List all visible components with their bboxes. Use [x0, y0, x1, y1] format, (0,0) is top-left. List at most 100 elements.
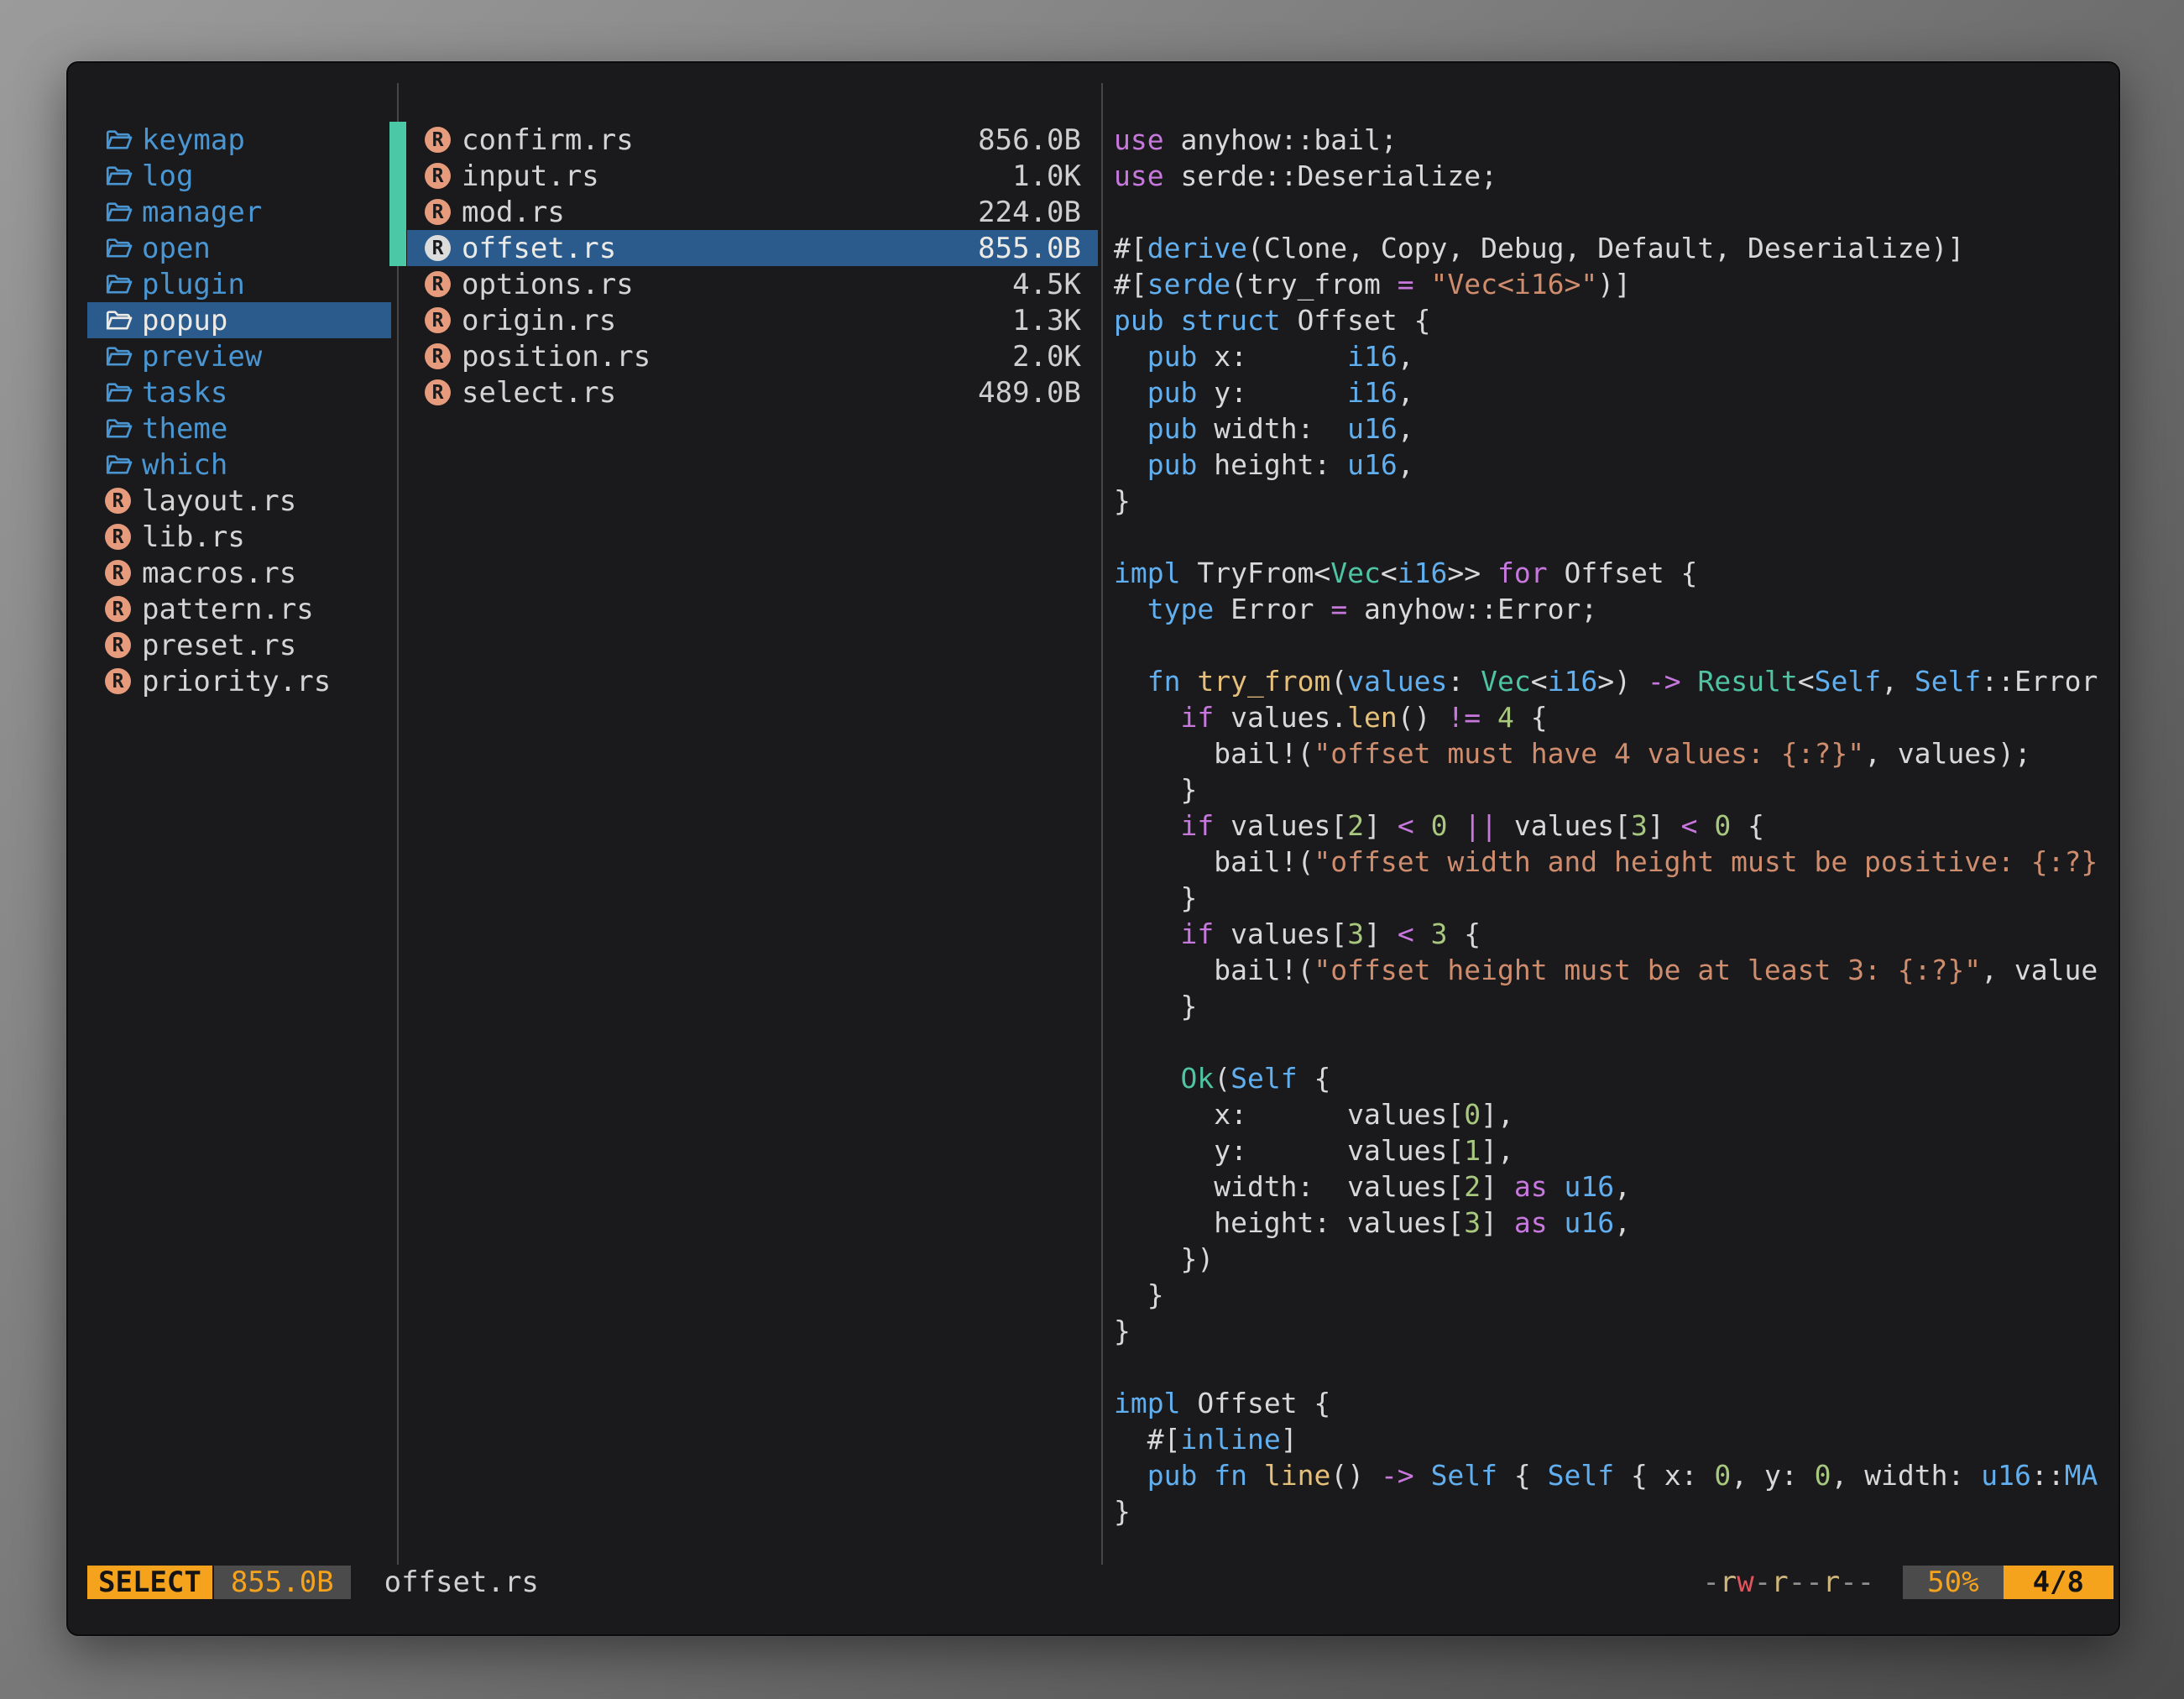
code-line: impl TryFrom<Vec<i16>> for Offset {	[1114, 555, 2119, 591]
folder-item-open[interactable]: open	[87, 230, 391, 266]
rust-file-icon: R	[425, 379, 451, 405]
item-label: keymap	[142, 123, 245, 157]
item-label: mod.rs	[462, 196, 565, 229]
code-line: use anyhow::bail;	[1114, 122, 2119, 158]
item-label: confirm.rs	[462, 123, 634, 157]
code-line: pub fn line() -> Self { Self { x: 0, y: …	[1114, 1457, 2119, 1493]
item-label: priority.rs	[142, 665, 331, 698]
file-row-select.rs[interactable]: Rselect.rs489.0B	[407, 374, 1098, 410]
folder-open-icon	[104, 198, 133, 227]
item-label: lib.rs	[142, 520, 245, 554]
folder-open-icon	[104, 162, 133, 191]
code-line: if values[3] < 3 {	[1114, 916, 2119, 952]
code-line: width: values[2] as u16,	[1114, 1168, 2119, 1205]
folder-open-icon	[104, 379, 133, 407]
folder-open-icon	[104, 306, 133, 335]
folder-open-icon	[104, 270, 133, 299]
file-manager-window: keymaplogmanageropenpluginpopuppreviewta…	[66, 61, 2120, 1636]
rust-file-icon: R	[425, 127, 451, 153]
rust-file-icon: R	[425, 235, 451, 261]
pane-divider-right	[1101, 83, 1103, 1565]
folder-item-log[interactable]: log	[87, 158, 391, 194]
current-folder-pane: Rconfirm.rs856.0BRinput.rs1.0KRmod.rs224…	[407, 122, 1098, 410]
file-permissions: -rw-r--r--	[1702, 1566, 1874, 1599]
file-item-macros.rs[interactable]: Rmacros.rs	[87, 555, 391, 591]
folder-item-manager[interactable]: manager	[87, 194, 391, 230]
file-row-position.rs[interactable]: Rposition.rs2.0K	[407, 338, 1098, 374]
cursor-position-chip: 4/8	[2004, 1566, 2113, 1599]
code-line	[1114, 519, 2119, 555]
file-item-preset.rs[interactable]: Rpreset.rs	[87, 627, 391, 663]
folder-open-icon	[104, 198, 133, 227]
file-size: 4.5K	[1012, 268, 1098, 301]
item-label: plugin	[142, 268, 245, 301]
folder-open-icon	[104, 415, 133, 443]
code-line: use serde::Deserialize;	[1114, 158, 2119, 194]
code-line: #[derive(Clone, Copy, Debug, Default, De…	[1114, 230, 2119, 266]
file-row-origin.rs[interactable]: Rorigin.rs1.3K	[407, 302, 1098, 338]
code-line: #[serde(try_from = "Vec<i16>")]	[1114, 266, 2119, 302]
file-row-options.rs[interactable]: Roptions.rs 4.5K	[407, 266, 1098, 302]
rust-file-icon: R	[425, 271, 451, 297]
code-line	[1114, 1024, 2119, 1060]
file-preview-pane: use anyhow::bail;use serde::Deserialize;…	[1114, 122, 2119, 1559]
file-size-chip: 855.0B	[214, 1566, 351, 1599]
file-row-input.rs[interactable]: Rinput.rs1.0K	[407, 158, 1098, 194]
folder-item-tasks[interactable]: tasks	[87, 374, 391, 410]
file-size: 489.0B	[978, 376, 1098, 410]
code-line: pub y: i16,	[1114, 374, 2119, 410]
item-label: position.rs	[462, 340, 650, 374]
file-size: 855.0B	[978, 232, 1098, 265]
rust-file-icon: R	[425, 163, 451, 189]
folder-item-keymap[interactable]: keymap	[87, 122, 391, 158]
folder-open-icon	[104, 379, 133, 407]
folder-open-icon	[104, 306, 133, 335]
folder-item-theme[interactable]: theme	[87, 410, 391, 447]
rust-file-icon: R	[425, 307, 451, 333]
file-item-layout.rs[interactable]: Rlayout.rs	[87, 483, 391, 519]
item-label: preview	[142, 340, 262, 374]
scroll-percent-chip: 50%	[1903, 1566, 2003, 1599]
file-item-priority.rs[interactable]: Rpriority.rs	[87, 663, 391, 699]
code-line: impl Offset {	[1114, 1385, 2119, 1421]
code-line: Ok(Self {	[1114, 1060, 2119, 1096]
rust-file-icon: R	[105, 668, 131, 694]
folder-item-which[interactable]: which	[87, 447, 391, 483]
parent-folder-pane: keymaplogmanageropenpluginpopuppreviewta…	[87, 122, 391, 699]
file-row-mod.rs[interactable]: Rmod.rs224.0B	[407, 194, 1098, 230]
file-row-offset.rs[interactable]: Roffset.rs855.0B	[407, 230, 1098, 266]
code-line: height: values[3] as u16,	[1114, 1205, 2119, 1241]
status-bar: SELECT 855.0B offset.rs -rw-r--r-- 50% 4…	[68, 1566, 2119, 1599]
code-line: if values.len() != 4 {	[1114, 699, 2119, 735]
folder-open-icon	[104, 270, 133, 299]
code-line: pub width: u16,	[1114, 410, 2119, 447]
folder-item-preview[interactable]: preview	[87, 338, 391, 374]
file-size: 2.0K	[1012, 340, 1098, 374]
code-line: pub height: u16,	[1114, 447, 2119, 483]
code-line	[1114, 1349, 2119, 1385]
folder-open-icon	[104, 342, 133, 371]
folder-open-icon	[104, 415, 133, 443]
item-label: log	[142, 159, 193, 193]
item-label: manager	[142, 196, 262, 229]
file-row-confirm.rs[interactable]: Rconfirm.rs856.0B	[407, 122, 1098, 158]
code-line: bail!("offset width and height must be p…	[1114, 844, 2119, 880]
scrollbar-indicator[interactable]	[389, 122, 406, 266]
code-line: bail!("offset must have 4 values: {:?}",…	[1114, 735, 2119, 771]
status-spacer	[539, 1566, 1702, 1599]
code-line	[1114, 194, 2119, 230]
code-line: bail!("offset height must be at least 3:…	[1114, 952, 2119, 988]
item-label: macros.rs	[142, 557, 296, 590]
rust-file-icon: R	[425, 199, 451, 225]
code-line: }	[1114, 483, 2119, 519]
file-item-lib.rs[interactable]: Rlib.rs	[87, 519, 391, 555]
code-line: pub x: i16,	[1114, 338, 2119, 374]
item-label: options.rs	[462, 268, 634, 301]
file-item-pattern.rs[interactable]: Rpattern.rs	[87, 591, 391, 627]
pane-divider-left	[397, 83, 399, 1565]
folder-item-popup[interactable]: popup	[87, 302, 391, 338]
code-line: x: values[0],	[1114, 1096, 2119, 1132]
code-line: #[inline]	[1114, 1421, 2119, 1457]
code-line: }	[1114, 771, 2119, 808]
folder-item-plugin[interactable]: plugin	[87, 266, 391, 302]
